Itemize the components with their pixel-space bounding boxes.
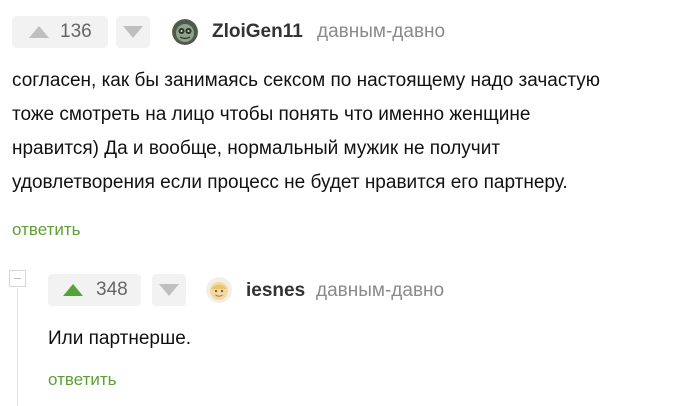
username[interactable]: ZloiGen11 [212,21,303,43]
comment-text-line: Или партнерше. [48,328,192,349]
comment: 136 ZloiGen11 давным-давно согласен, как… [0,0,700,260]
comment-text: согласен, как бы занимаясь сексом по нас… [12,64,600,200]
timestamp: давным-давно [317,21,446,42]
cat-avatar-icon[interactable] [172,19,198,45]
comment-text-line: удовлетворения если процесс не будет нра… [12,172,568,193]
timestamp: давным-давно [316,280,445,301]
arrow-up-icon [29,26,49,38]
comment-text-line: согласен, как бы занимаясь сексом по нас… [12,70,601,91]
username[interactable]: iesnes [246,280,305,302]
comment-text: Или партнерше. [48,322,191,356]
reply-link[interactable]: ответить [48,370,117,390]
downvote-button[interactable] [116,16,150,48]
rating-count: 348 [96,279,128,300]
comment-text-line: нравится) Да и вообще, нормальный мужик … [12,138,501,159]
reply-comment: 348 iesnes давным-давно Или партнерше. о… [0,260,700,406]
rating-count: 136 [60,21,92,42]
upvote-button[interactable] [58,274,88,306]
arrow-down-icon [159,284,179,296]
upvote-button[interactable] [24,16,54,48]
downvote-button[interactable] [152,274,186,306]
rating-box: 136 [12,16,108,48]
reply-link[interactable]: ответить [12,220,81,240]
comment-text-line: тоже смотреть на лицо чтобы понять что и… [12,104,531,125]
rating-box: 348 [48,274,141,306]
face-avatar-icon[interactable] [206,277,232,303]
arrow-down-icon [123,26,143,38]
arrow-up-icon [63,284,83,296]
